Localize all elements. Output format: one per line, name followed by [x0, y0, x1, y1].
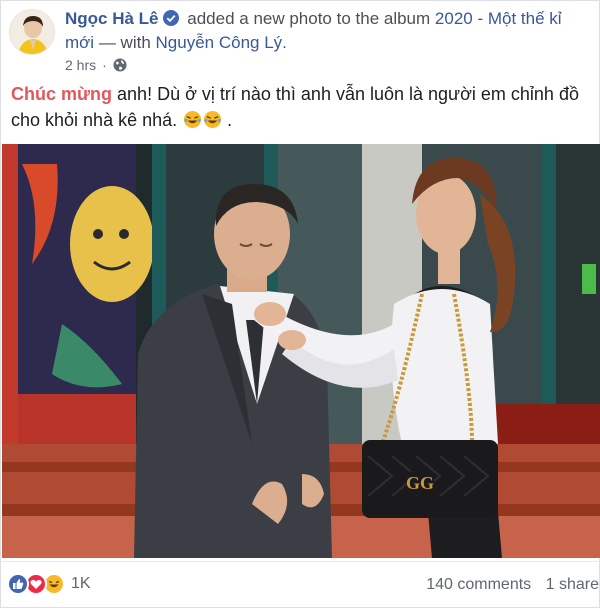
- reaction-count[interactable]: 1K: [71, 575, 91, 593]
- facebook-post-card: Ngọc Hà Lê added a new photo to the albu…: [0, 0, 600, 608]
- meta-separator: ·: [102, 57, 107, 73]
- comments-count-link[interactable]: 140 comments: [426, 576, 531, 593]
- post-header: Ngọc Hà Lê added a new photo to the albu…: [1, 1, 600, 79]
- photo-illustration: GG: [2, 144, 600, 558]
- post-trailing-text: .: [227, 110, 233, 130]
- post-footer: 1K 140 comments 1 share: [1, 561, 600, 608]
- post-header-text: Ngọc Hà Lê added a new photo to the albu…: [65, 7, 595, 55]
- post-photo[interactable]: GG: [2, 144, 600, 558]
- laughing-emoji-icon: [203, 110, 222, 129]
- post-stats: 140 comments 1 share: [416, 576, 599, 594]
- author-avatar[interactable]: [9, 9, 55, 55]
- post-meta: 2 hrs ·: [65, 57, 127, 73]
- hashtag-link[interactable]: Chúc mừng: [11, 84, 112, 104]
- reactions-summary[interactable]: 1K: [7, 573, 91, 595]
- globe-icon[interactable]: [113, 58, 127, 72]
- with-text: — with: [98, 33, 151, 52]
- timestamp-link[interactable]: 2 hrs: [65, 57, 96, 73]
- action-text: added a new photo to the album: [187, 9, 431, 28]
- shares-count-link[interactable]: 1 share: [546, 576, 599, 593]
- bag-logo-text: GG: [406, 473, 434, 493]
- author-name-link[interactable]: Ngọc Hà Lê: [65, 9, 159, 28]
- post-message: Chúc mừng anh! Dù ở vị trí nào thì anh v…: [11, 81, 591, 133]
- laughing-emoji-icon: [183, 110, 202, 129]
- like-reaction-icon: [7, 573, 29, 595]
- tagged-person-link[interactable]: Nguyễn Công Lý.: [156, 33, 287, 52]
- verified-badge-icon: [162, 10, 179, 26]
